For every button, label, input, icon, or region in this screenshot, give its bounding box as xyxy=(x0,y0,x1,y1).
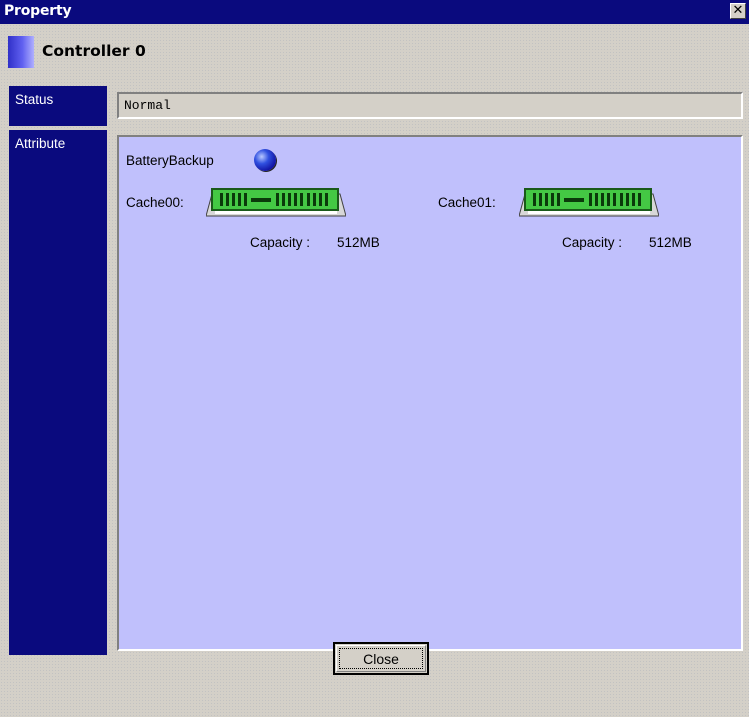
close-button[interactable]: Close xyxy=(333,642,429,675)
cache00-capacity-value: 512MB xyxy=(337,235,380,250)
close-button-label: Close xyxy=(363,651,399,667)
battery-backup-label: BatteryBackup xyxy=(126,153,214,168)
memory-module-icon xyxy=(519,188,659,217)
dialog-body: Controller 0 Status Normal Attribute Bat… xyxy=(0,24,749,717)
header-accent-bar xyxy=(8,36,34,68)
status-field: Normal xyxy=(117,92,743,119)
status-label: Status xyxy=(15,92,54,107)
attribute-panel: BatteryBackup Cache00: Capacity : 512MB … xyxy=(117,135,743,651)
close-window-icon[interactable]: ✕ xyxy=(730,3,746,19)
cache00-capacity-label: Capacity : xyxy=(250,235,311,250)
cache01-capacity-label: Capacity : xyxy=(562,235,623,250)
battery-status-icon xyxy=(254,149,276,171)
memory-module-icon xyxy=(206,188,346,217)
title-bar[interactable]: Property ✕ xyxy=(0,0,749,24)
window-title: Property xyxy=(4,3,72,19)
cache01-capacity-value: 512MB xyxy=(649,235,692,250)
section-title: Controller 0 xyxy=(42,42,146,60)
cache01-label: Cache01: xyxy=(438,195,496,210)
attribute-label: Attribute xyxy=(15,136,66,151)
status-value: Normal xyxy=(124,98,171,113)
cache00-label: Cache00: xyxy=(126,195,184,210)
status-label-cell: Status xyxy=(9,86,107,126)
attribute-label-cell: Attribute xyxy=(9,130,107,655)
property-dialog: Property ✕ Controller 0 Status Normal At… xyxy=(0,0,749,717)
